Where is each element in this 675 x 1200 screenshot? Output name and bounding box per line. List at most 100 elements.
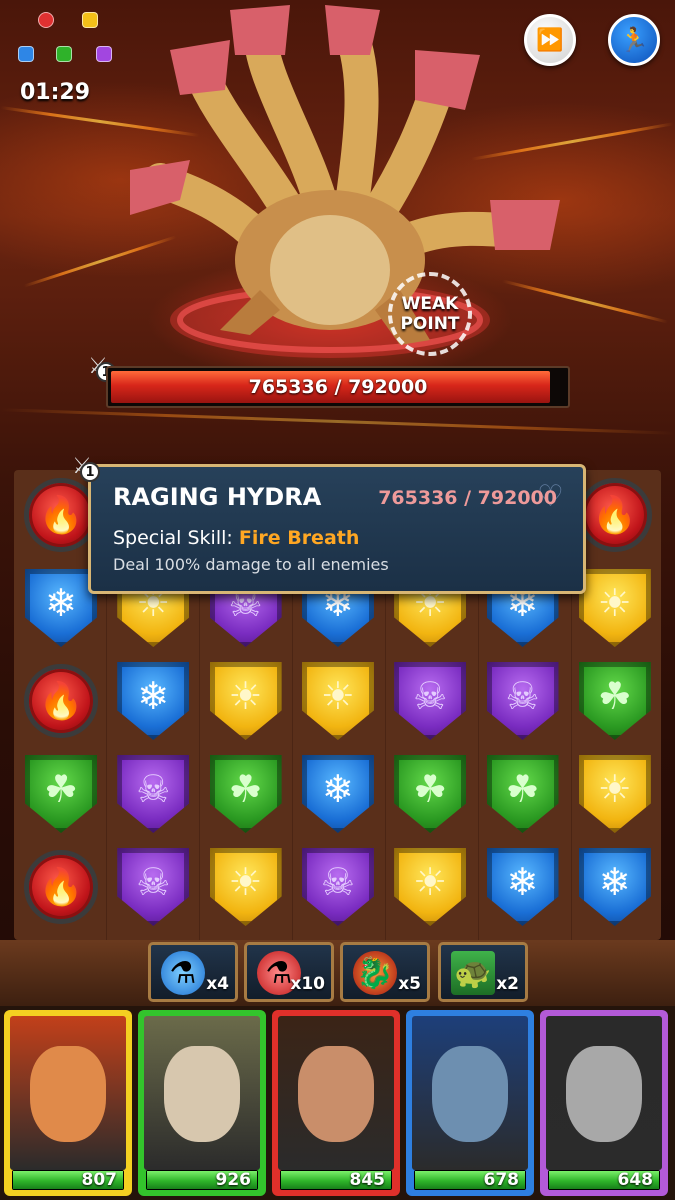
turtle-banner-icon: 🐢 <box>451 951 495 995</box>
hero-face <box>566 1046 642 1142</box>
board-cell[interactable]: ☠ <box>110 844 196 930</box>
boss-health-bar: 765336 / 792000 <box>106 366 570 408</box>
sun-gem-icon: ☀ <box>209 662 282 740</box>
board-cell[interactable]: ☘ <box>18 751 104 837</box>
board-cell[interactable]: ☠ <box>295 844 381 930</box>
hero-health-bar: 807 <box>12 1170 124 1190</box>
hero-health-value: 845 <box>349 1170 386 1190</box>
board-cell[interactable]: ☘ <box>572 658 658 744</box>
team-color-icons <box>18 12 118 72</box>
skull-gem-icon: ☠ <box>301 848 374 926</box>
hero-portrait <box>412 1016 528 1170</box>
boss-name: RAGING HYDRA <box>113 483 322 511</box>
board-cell[interactable]: ☠ <box>480 658 566 744</box>
board-cell[interactable]: ☀ <box>387 844 473 930</box>
hero-health-bar: 845 <box>280 1170 392 1190</box>
board-cell[interactable]: ☠ <box>387 658 473 744</box>
board-cell[interactable]: ❄ <box>110 658 196 744</box>
battle-screen: 01:29 ⏩ 🏃 WEAK POINT 765336 / 792000 🔥 🔥… <box>0 0 675 1200</box>
running-man-icon: 🏃 <box>619 26 649 54</box>
skill-description: Deal 100% damage to all enemies <box>113 555 389 574</box>
hero-face <box>298 1046 374 1142</box>
item-slot-turtle-banner[interactable]: 🐢 x2 <box>438 942 528 1002</box>
leaf-gem-icon: ☘ <box>25 755 97 833</box>
ice-shield-icon <box>18 46 34 62</box>
board-cell[interactable]: ☀ <box>572 751 658 837</box>
hydra-boss[interactable] <box>110 0 570 370</box>
sun-gem-icon: ☀ <box>578 569 651 647</box>
hero-portrait <box>144 1016 260 1170</box>
boss-hp-text: 765336 / 792000 <box>378 487 557 509</box>
board-cell[interactable]: 🔥 <box>18 658 104 744</box>
weak-point-target[interactable]: WEAK POINT <box>388 272 472 356</box>
fire-gem-icon: 🔥 <box>24 850 98 924</box>
hero-portrait <box>546 1016 662 1170</box>
sun-gem-icon: ☀ <box>301 662 374 740</box>
leaf-gem-icon: ☘ <box>394 755 467 833</box>
hero-face <box>30 1046 106 1142</box>
tooltip-level-badge: ⚔ 1 <box>68 452 100 482</box>
items-bar <box>0 940 675 1006</box>
board-cell[interactable]: ❄ <box>295 751 381 837</box>
hero-card[interactable]: 845 <box>272 1010 400 1196</box>
battle-timer: 01:29 <box>20 80 91 105</box>
hero-health-value: 678 <box>483 1170 520 1190</box>
weak-point-label-line1: WEAK <box>401 294 459 314</box>
skull-gem-icon: ☠ <box>394 662 467 740</box>
board-cell[interactable]: ❄ <box>572 844 658 930</box>
board-cell[interactable]: ☀ <box>203 844 289 930</box>
board-cell[interactable]: ☘ <box>203 751 289 837</box>
boss-health-text: 765336 / 792000 <box>248 376 428 398</box>
hero-health-value: 648 <box>617 1170 654 1190</box>
blue-flask-icon: ⚗ <box>161 951 205 995</box>
board-cell[interactable]: ☀ <box>203 658 289 744</box>
tooltip-level-number: 1 <box>80 462 100 482</box>
lava-crack <box>0 408 675 435</box>
fire-gem-icon: 🔥 <box>577 478 652 552</box>
board-cell[interactable]: ☀ <box>295 658 381 744</box>
fire-icon <box>38 12 54 28</box>
ice-gem-icon: ❄ <box>117 662 190 740</box>
ice-gem-icon: ❄ <box>25 569 97 647</box>
fire-gem-icon: 🔥 <box>24 664 98 738</box>
hero-card[interactable]: 648 <box>540 1010 668 1196</box>
ice-gem-icon: ❄ <box>578 848 651 926</box>
hero-card[interactable]: 678 <box>406 1010 534 1196</box>
special-skill-label: Special Skill: <box>113 527 239 549</box>
hero-portrait <box>10 1016 126 1170</box>
item-slot-health-potion[interactable]: ⚗ x10 <box>244 942 334 1002</box>
sun-gem-icon: ☀ <box>209 848 282 926</box>
hero-health-value: 807 <box>81 1170 118 1190</box>
boss-info-tooltip: RAGING HYDRA ♡ 765336 / 792000 Special S… <box>88 464 586 594</box>
flee-button[interactable]: 🏃 <box>608 14 660 66</box>
hero-face <box>432 1046 508 1142</box>
skull-gem-icon: ☠ <box>117 848 190 926</box>
leaf-gem-icon: ☘ <box>578 662 651 740</box>
hero-health-bar: 926 <box>146 1170 258 1190</box>
hero-health-bar: 648 <box>548 1170 660 1190</box>
item-count: x5 <box>398 974 421 994</box>
ice-gem-icon: ❄ <box>301 755 374 833</box>
ice-gem-icon: ❄ <box>486 848 559 926</box>
item-slot-mana-potion[interactable]: ⚗ x4 <box>148 942 238 1002</box>
weak-point-label-line2: POINT <box>400 314 460 334</box>
skull-gem-icon: ☠ <box>486 662 559 740</box>
hero-card[interactable]: 807 <box>4 1010 132 1196</box>
fire-gem-icon: 🔥 <box>24 478 98 552</box>
board-cell[interactable]: ☘ <box>480 751 566 837</box>
sun-gem-icon: ☀ <box>394 848 467 926</box>
skull-gem-icon: ☠ <box>117 755 190 833</box>
item-count: x4 <box>206 974 229 994</box>
board-cell[interactable]: ❄ <box>480 844 566 930</box>
leaf-shield-icon <box>56 46 72 62</box>
hero-card[interactable]: 926 <box>138 1010 266 1196</box>
board-cell[interactable]: ☠ <box>110 751 196 837</box>
hero-health-bar: 678 <box>414 1170 526 1190</box>
hero-health-value: 926 <box>215 1170 252 1190</box>
item-slot-dragon-bomb[interactable]: 🐉 x5 <box>340 942 430 1002</box>
sun-gem-icon: ☀ <box>578 755 651 833</box>
board-cell[interactable]: 🔥 <box>18 844 104 930</box>
board-cell[interactable]: ☘ <box>387 751 473 837</box>
hero-portrait <box>278 1016 394 1170</box>
shield-up-icon <box>82 12 98 28</box>
